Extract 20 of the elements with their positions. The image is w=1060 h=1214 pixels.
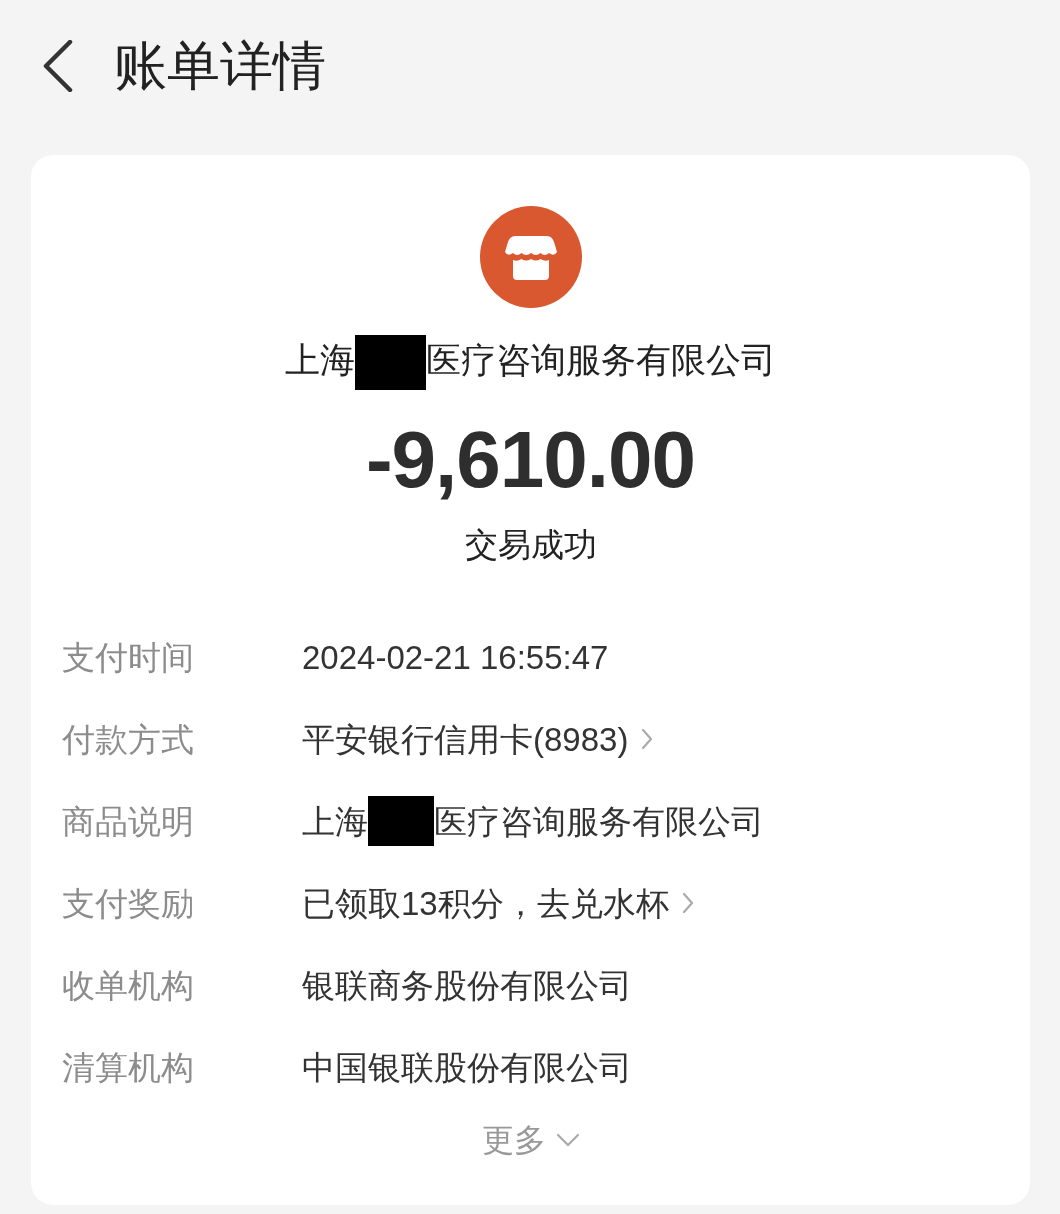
field-value[interactable]: 平安银行信用卡(8983) (302, 714, 629, 764)
field-value: 上海 (302, 801, 368, 842)
back-icon (42, 40, 74, 92)
field-label: 支付时间 (62, 637, 195, 678)
amount: -9,610.00 (365, 414, 695, 507)
merchant-name: 医疗咨询服务有限公司 (426, 340, 776, 379)
field-value: 中国银联股份有限公司 (302, 1047, 632, 1088)
field-value: 2024-02-21 16:55:47 (302, 637, 609, 678)
merchant-name: 上海 (285, 340, 355, 379)
status-text: 交易成功 (464, 525, 597, 566)
page-title: 账单详情 (114, 35, 326, 98)
field-label: 商品说明 (62, 801, 195, 842)
field-label: 收单机构 (62, 965, 195, 1006)
store-icon (479, 206, 582, 308)
field-label: 支付奖励 (62, 883, 195, 924)
field-value: 医疗咨询服务有限公司 (434, 801, 764, 842)
field-label: 清算机构 (62, 1047, 195, 1088)
field-label: 付款方式 (62, 719, 195, 760)
field-value[interactable]: 已领取13积分，去兑水杯 (302, 878, 669, 928)
field-value: 银联商务股份有限公司 (302, 965, 632, 1006)
